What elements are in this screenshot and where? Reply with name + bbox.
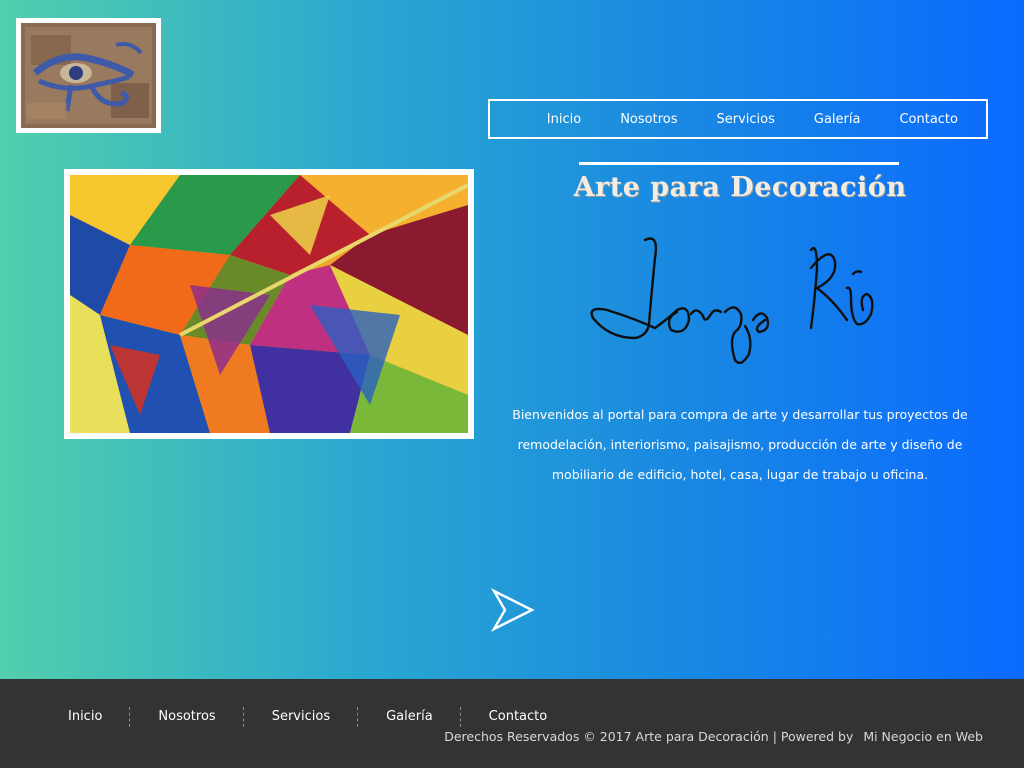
- footer: Inicio Nosotros Servicios Galería Contac…: [0, 679, 1024, 768]
- copyright-text: Derechos Reservados © 2017 Arte para Dec…: [444, 729, 854, 744]
- abstract-painting-image: [70, 175, 468, 433]
- footer-nav-contacto[interactable]: Contacto: [461, 707, 575, 727]
- nav-nosotros[interactable]: Nosotros: [620, 112, 677, 127]
- footer-nav-inicio[interactable]: Inicio: [52, 707, 131, 727]
- featured-painting[interactable]: [64, 169, 474, 439]
- nav-servicios[interactable]: Servicios: [716, 112, 774, 127]
- footer-nav: Inicio Nosotros Servicios Galería Contac…: [52, 707, 574, 727]
- footer-nav-galeria[interactable]: Galería: [358, 707, 461, 727]
- nav-contacto[interactable]: Contacto: [899, 112, 958, 127]
- site-logo[interactable]: [16, 18, 161, 133]
- signature-jorge-rio: [590, 237, 874, 365]
- footer-nav-nosotros[interactable]: Nosotros: [130, 707, 244, 727]
- welcome-text: Bienvenidos al portal para compra de art…: [512, 407, 968, 482]
- footer-nav-servicios[interactable]: Servicios: [244, 707, 359, 727]
- page-title: Arte para Decoración: [573, 172, 907, 203]
- copyright: Derechos Reservados © 2017 Arte para Dec…: [444, 729, 983, 744]
- title-divider: [579, 162, 899, 165]
- main-nav: Inicio Nosotros Servicios Galería Contac…: [488, 99, 988, 139]
- arrow-right-icon[interactable]: [490, 588, 536, 632]
- hero-section: Inicio Nosotros Servicios Galería Contac…: [0, 0, 1024, 679]
- powered-by-link[interactable]: Mi Negocio en Web: [863, 729, 983, 744]
- nav-galeria[interactable]: Galería: [814, 112, 861, 127]
- nav-inicio[interactable]: Inicio: [547, 112, 581, 127]
- eye-of-horus-icon: [21, 23, 156, 128]
